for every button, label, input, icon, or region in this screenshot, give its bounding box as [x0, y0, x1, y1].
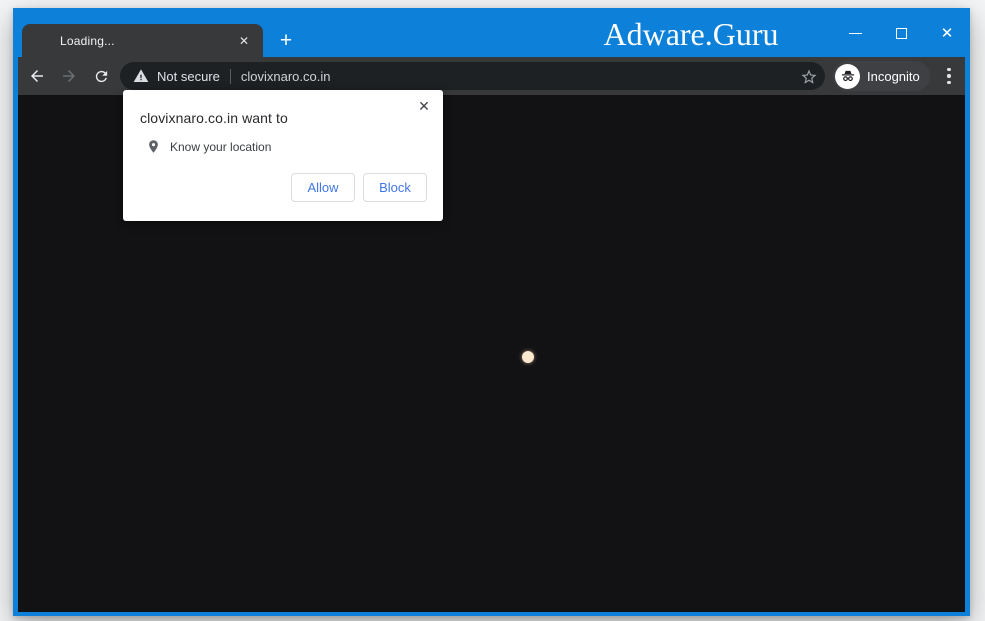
bookmark-button[interactable]: [799, 67, 818, 86]
back-button[interactable]: [24, 63, 50, 89]
window-title: Adware.Guru: [603, 16, 779, 52]
maximize-button[interactable]: [878, 18, 924, 48]
security-chip[interactable]: Not secure: [133, 68, 220, 84]
incognito-label: Incognito: [867, 68, 920, 84]
allow-button[interactable]: Allow: [291, 173, 355, 202]
dialog-buttons: Allow Block: [123, 173, 443, 202]
minimize-icon: [848, 32, 862, 34]
dialog-title: clovixnaro.co.in want to: [140, 110, 288, 126]
tab-title: Loading...: [60, 33, 115, 48]
plus-icon: +: [279, 29, 293, 52]
tab-loading[interactable]: Loading... ✕: [22, 24, 263, 57]
location-pin-icon: [146, 138, 161, 155]
dialog-close-button[interactable]: ✕: [414, 96, 434, 116]
permission-request-label: Know your location: [170, 139, 272, 154]
omnibox-separator: [229, 68, 231, 84]
permission-dialog: ✕ clovixnaro.co.in want to Know your loc…: [123, 90, 443, 221]
permission-request-row: Know your location: [146, 138, 271, 155]
forward-button[interactable]: [56, 63, 82, 89]
reload-button[interactable]: [88, 63, 114, 89]
browser-window: Loading... ✕ + Adware.Guru ✕ Not secure …: [13, 8, 970, 616]
window-titlebar: Loading... ✕ + Adware.Guru ✕: [13, 8, 970, 57]
spinner-tip: [522, 351, 534, 363]
close-icon: ✕: [418, 97, 430, 114]
reload-icon: [93, 68, 110, 85]
tab-close-icon[interactable]: ✕: [235, 32, 253, 50]
back-icon: [28, 67, 46, 85]
security-label: Not secure: [157, 68, 220, 84]
forward-icon: [60, 67, 78, 85]
browser-menu-button[interactable]: [936, 63, 962, 89]
new-tab-button[interactable]: +: [272, 27, 300, 55]
window-controls: ✕: [832, 18, 970, 48]
close-button[interactable]: ✕: [924, 18, 970, 48]
omnibox[interactable]: Not secure clovixnaro.co.in: [120, 62, 825, 90]
incognito-icon: [835, 63, 860, 89]
more-vert-icon: [947, 67, 951, 72]
incognito-badge: Incognito: [833, 61, 930, 91]
warning-icon: [133, 68, 149, 84]
maximize-icon: [895, 27, 907, 39]
minimize-button[interactable]: [832, 18, 878, 48]
block-button[interactable]: Block: [363, 173, 427, 202]
star-icon: [800, 68, 818, 86]
url-text: clovixnaro.co.in: [240, 68, 331, 84]
close-icon: ✕: [940, 24, 954, 42]
loading-spinner: [471, 321, 535, 385]
